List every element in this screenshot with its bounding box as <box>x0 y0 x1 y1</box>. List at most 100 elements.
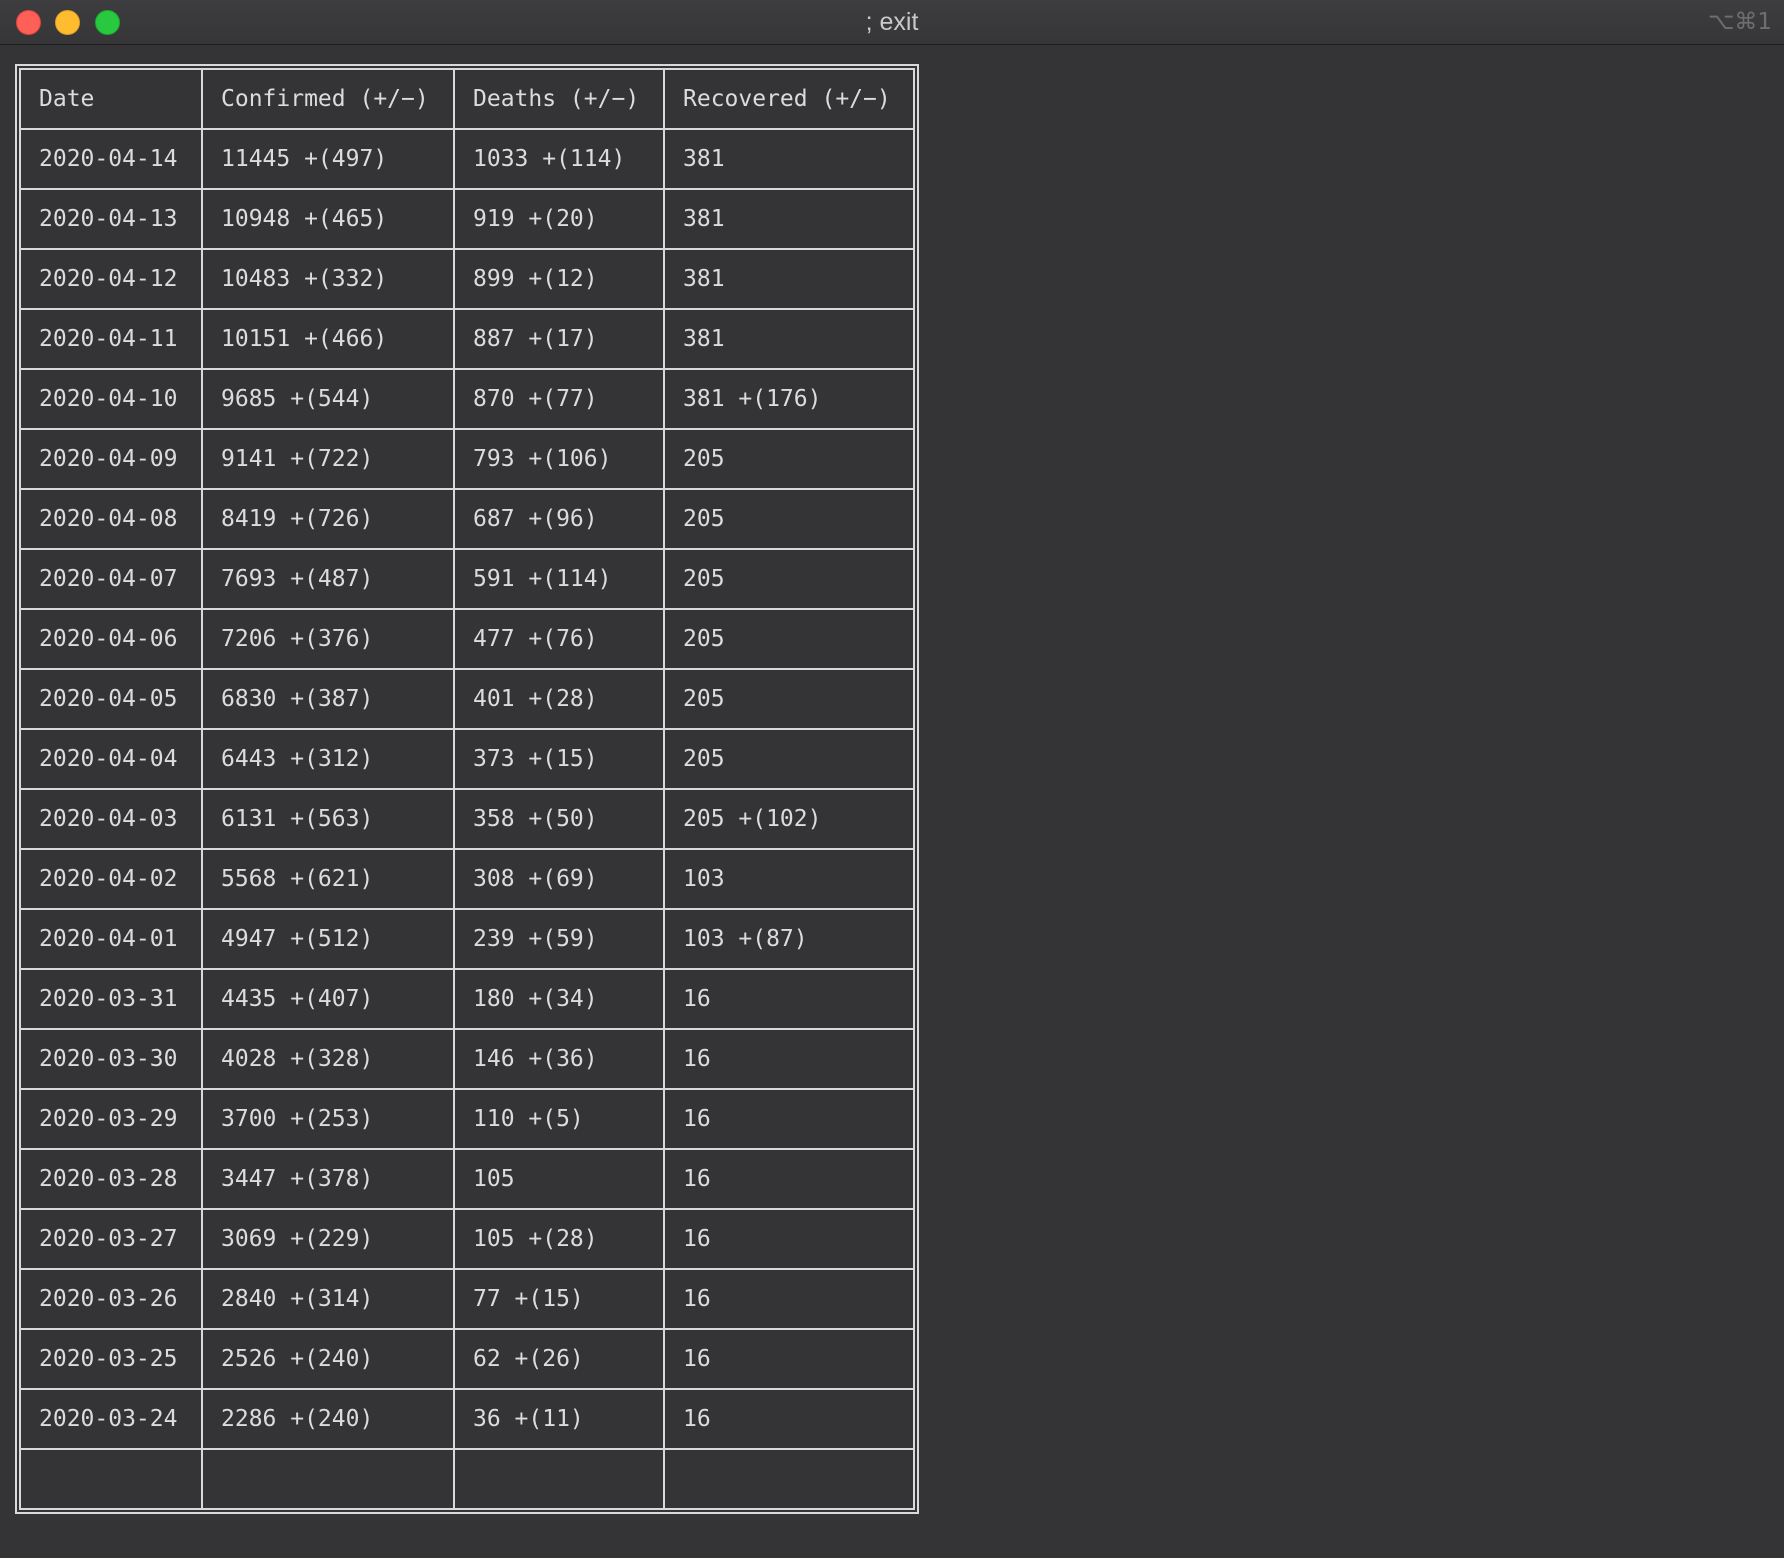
cell-deaths <box>453 1448 665 1510</box>
cell-recovered: 205 <box>663 668 915 730</box>
table-row: 2020-04-05 6830 +(387) 401 +(28) 205 <box>19 668 915 730</box>
cell-deaths: 899 +(12) <box>453 248 665 310</box>
cell-deaths: 870 +(77) <box>453 368 665 430</box>
cell-deaths: 146 +(36) <box>453 1028 665 1090</box>
cell-recovered: 381 <box>663 308 915 370</box>
cell-confirmed: 7693 +(487) <box>201 548 455 610</box>
cell-recovered: 205 <box>663 608 915 670</box>
cell-date: 2020-04-08 <box>19 488 203 550</box>
cell-date <box>19 1448 203 1510</box>
table-header-row: Date Confirmed (+/−) Deaths (+/−) Recove… <box>19 68 915 130</box>
cell-recovered: 16 <box>663 1028 915 1090</box>
column-header-confirmed: Confirmed (+/−) <box>201 68 455 130</box>
cell-deaths: 477 +(76) <box>453 608 665 670</box>
cell-deaths: 180 +(34) <box>453 968 665 1030</box>
cell-recovered: 381 <box>663 128 915 190</box>
cell-confirmed: 5568 +(621) <box>201 848 455 910</box>
cell-confirmed: 4947 +(512) <box>201 908 455 970</box>
table-row: 2020-03-26 2840 +(314) 77 +(15) 16 <box>19 1268 915 1330</box>
table-row: 2020-03-28 3447 +(378) 105 16 <box>19 1148 915 1210</box>
column-header-recovered: Recovered (+/−) <box>663 68 915 130</box>
cell-deaths: 105 +(28) <box>453 1208 665 1270</box>
table-row: 2020-04-07 7693 +(487) 591 +(114) 205 <box>19 548 915 610</box>
table-row: 2020-04-02 5568 +(621) 308 +(69) 103 <box>19 848 915 910</box>
cell-recovered: 381 <box>663 188 915 250</box>
cell-deaths: 373 +(15) <box>453 728 665 790</box>
cell-date: 2020-03-25 <box>19 1328 203 1390</box>
cell-deaths: 77 +(15) <box>453 1268 665 1330</box>
title-bar[interactable]: ; exit ⌥⌘1 <box>0 0 1784 45</box>
cell-deaths: 308 +(69) <box>453 848 665 910</box>
cell-confirmed <box>201 1448 455 1510</box>
cell-recovered: 381 +(176) <box>663 368 915 430</box>
cell-deaths: 793 +(106) <box>453 428 665 490</box>
cell-confirmed: 8419 +(726) <box>201 488 455 550</box>
cell-recovered: 16 <box>663 1268 915 1330</box>
table-row: 2020-03-29 3700 +(253) 110 +(5) 16 <box>19 1088 915 1150</box>
table-row: 2020-04-10 9685 +(544) 870 +(77) 381 +(176) <box>19 368 915 430</box>
cell-date: 2020-04-02 <box>19 848 203 910</box>
cell-recovered: 16 <box>663 1328 915 1390</box>
cell-deaths: 36 +(11) <box>453 1388 665 1450</box>
cell-confirmed: 10151 +(466) <box>201 308 455 370</box>
table-row: 2020-04-12 10483 +(332) 899 +(12) 381 <box>19 248 915 310</box>
cell-date: 2020-04-11 <box>19 308 203 370</box>
cell-confirmed: 10483 +(332) <box>201 248 455 310</box>
cell-deaths: 687 +(96) <box>453 488 665 550</box>
cell-confirmed: 3447 +(378) <box>201 1148 455 1210</box>
cell-confirmed: 11445 +(497) <box>201 128 455 190</box>
terminal-output[interactable]: Date Confirmed (+/−) Deaths (+/−) Recove… <box>0 46 1784 1558</box>
table-row: 2020-04-13 10948 +(465) 919 +(20) 381 <box>19 188 915 250</box>
cell-date: 2020-04-03 <box>19 788 203 850</box>
cell-date: 2020-04-09 <box>19 428 203 490</box>
cell-recovered: 16 <box>663 1148 915 1210</box>
cell-date: 2020-03-26 <box>19 1268 203 1330</box>
window-title: ; exit <box>865 8 919 36</box>
cell-confirmed: 4028 +(328) <box>201 1028 455 1090</box>
cell-confirmed: 9141 +(722) <box>201 428 455 490</box>
cell-date: 2020-04-07 <box>19 548 203 610</box>
cell-date: 2020-03-27 <box>19 1208 203 1270</box>
table-row: 2020-03-24 2286 +(240) 36 +(11) 16 <box>19 1388 915 1450</box>
cell-deaths: 62 +(26) <box>453 1328 665 1390</box>
table-row: 2020-04-06 7206 +(376) 477 +(76) 205 <box>19 608 915 670</box>
cell-deaths: 358 +(50) <box>453 788 665 850</box>
table-row: 2020-03-31 4435 +(407) 180 +(34) 16 <box>19 968 915 1030</box>
cell-recovered: 103 +(87) <box>663 908 915 970</box>
table-row: 2020-03-27 3069 +(229) 105 +(28) 16 <box>19 1208 915 1270</box>
cell-date: 2020-04-04 <box>19 728 203 790</box>
cell-date: 2020-03-29 <box>19 1088 203 1150</box>
cell-recovered: 205 <box>663 728 915 790</box>
cell-confirmed: 6830 +(387) <box>201 668 455 730</box>
cell-deaths: 1033 +(114) <box>453 128 665 190</box>
cell-date: 2020-03-24 <box>19 1388 203 1450</box>
cell-deaths: 105 <box>453 1148 665 1210</box>
cell-deaths: 887 +(17) <box>453 308 665 370</box>
terminal-window: ; exit ⌥⌘1 Date Confirmed (+/−) Deaths (… <box>0 0 1784 1558</box>
table-row: 2020-04-09 9141 +(722) 793 +(106) 205 <box>19 428 915 490</box>
cell-recovered: 16 <box>663 1388 915 1450</box>
cell-deaths: 591 +(114) <box>453 548 665 610</box>
cell-date: 2020-04-01 <box>19 908 203 970</box>
cell-date: 2020-03-31 <box>19 968 203 1030</box>
cell-date: 2020-04-06 <box>19 608 203 670</box>
cell-confirmed: 2286 +(240) <box>201 1388 455 1450</box>
cell-deaths: 919 +(20) <box>453 188 665 250</box>
column-header-deaths: Deaths (+/−) <box>453 68 665 130</box>
cell-deaths: 239 +(59) <box>453 908 665 970</box>
cell-deaths: 401 +(28) <box>453 668 665 730</box>
cell-recovered: 16 <box>663 968 915 1030</box>
cell-date: 2020-04-14 <box>19 128 203 190</box>
table-row: 2020-04-14 11445 +(497) 1033 +(114) 381 <box>19 128 915 190</box>
covid-stats-table: Date Confirmed (+/−) Deaths (+/−) Recove… <box>19 68 915 1510</box>
cell-date: 2020-03-30 <box>19 1028 203 1090</box>
cell-date: 2020-04-13 <box>19 188 203 250</box>
table-frame: Date Confirmed (+/−) Deaths (+/−) Recove… <box>15 64 919 1514</box>
cell-date: 2020-03-28 <box>19 1148 203 1210</box>
cell-confirmed: 2840 +(314) <box>201 1268 455 1330</box>
cell-recovered: 205 <box>663 428 915 490</box>
table-row: 2020-03-30 4028 +(328) 146 +(36) 16 <box>19 1028 915 1090</box>
cell-confirmed: 6131 +(563) <box>201 788 455 850</box>
cell-deaths: 110 +(5) <box>453 1088 665 1150</box>
cell-recovered: 103 <box>663 848 915 910</box>
